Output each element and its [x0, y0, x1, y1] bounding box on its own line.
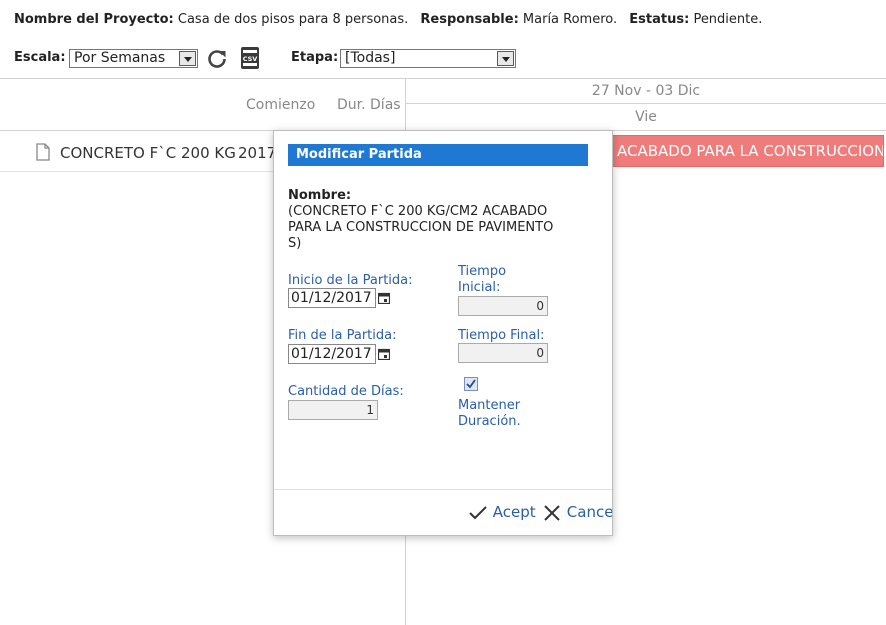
responsible-value: María Romero.	[522, 12, 618, 27]
days-count-label: Cantidad de Días:	[288, 384, 404, 399]
dialog-footer-divider	[274, 489, 612, 490]
cancel-label: Cance	[566, 503, 612, 521]
column-header-start[interactable]: Comienzo	[246, 97, 315, 113]
csv-icon[interactable]: CSV	[238, 46, 262, 74]
task-start-year: 2017	[238, 144, 277, 162]
scale-select[interactable]: Por Semanas	[69, 49, 198, 68]
project-name-value: Casa de dos pisos para 8 personas.	[177, 12, 409, 27]
modify-task-dialog: Modificar Partida Nombre: (CONCRETO F`C …	[273, 130, 613, 536]
stage-select-value: [Todas]	[345, 50, 396, 66]
project-name-label: Nombre del Proyecto:	[14, 12, 174, 27]
start-date-input[interactable]: 01/12/2017	[288, 288, 376, 308]
final-time-input[interactable]: 0	[458, 343, 548, 363]
csv-icon-text: CSV	[243, 55, 258, 63]
day-header: Vie	[406, 104, 886, 131]
task-name-value: (CONCRETO F`C 200 KG/CM2 ACABADO PARA LA…	[288, 204, 554, 251]
stage-select[interactable]: [Todas]	[340, 49, 516, 68]
dialog-title: Modificar Partida	[288, 144, 588, 166]
document-icon	[36, 143, 50, 165]
task-bar[interactable]: ACABADO PARA LA CONSTRUCCION DE	[600, 135, 884, 167]
status-label: Estatus:	[629, 12, 690, 27]
scale-select-value: Por Semanas	[74, 50, 166, 66]
stage-label: Etapa:	[291, 50, 339, 65]
column-header-duration[interactable]: Dur. Días	[337, 97, 401, 113]
keep-duration-checkbox[interactable]	[464, 377, 478, 391]
calendar-icon[interactable]	[377, 348, 391, 361]
responsible-label: Responsable:	[420, 12, 519, 27]
scale-label: Escala:	[14, 50, 66, 65]
task-name-label: Nombre:	[288, 188, 352, 203]
initial-time-input[interactable]: 0	[458, 296, 548, 316]
task-name: CONCRETO F`C 200 KG	[60, 144, 236, 162]
keep-duration-label: Mantener Duración.	[458, 398, 521, 429]
end-date-label: Fin de la Partida:	[288, 328, 397, 343]
close-icon	[542, 503, 567, 521]
chevron-down-icon	[497, 51, 514, 66]
week-range-header: 27 Nov - 03 Dic	[406, 78, 886, 104]
toolbar: Escala: Por Semanas CSV Etapa: [Todas]	[0, 46, 886, 72]
check-icon	[468, 503, 493, 521]
task-list-header: Comienzo Dur. Días	[0, 78, 406, 131]
calendar-icon[interactable]	[377, 292, 391, 305]
refresh-icon[interactable]	[206, 48, 228, 74]
status-value: Pendiente.	[693, 12, 763, 27]
end-date-input[interactable]: 01/12/2017	[288, 344, 376, 364]
accept-button[interactable]: Acept	[468, 503, 536, 522]
cancel-button[interactable]: Cance	[542, 503, 612, 522]
initial-time-label: Tiempo Inicial:	[458, 264, 507, 295]
start-date-label: Inicio de la Partida:	[288, 273, 413, 288]
chevron-down-icon	[179, 51, 196, 66]
project-info: Nombre del Proyecto: Casa de dos pisos p…	[14, 12, 762, 27]
accept-label: Acept	[492, 503, 536, 521]
days-count-input[interactable]: 1	[288, 400, 378, 420]
final-time-label: Tiempo Final:	[458, 328, 545, 343]
